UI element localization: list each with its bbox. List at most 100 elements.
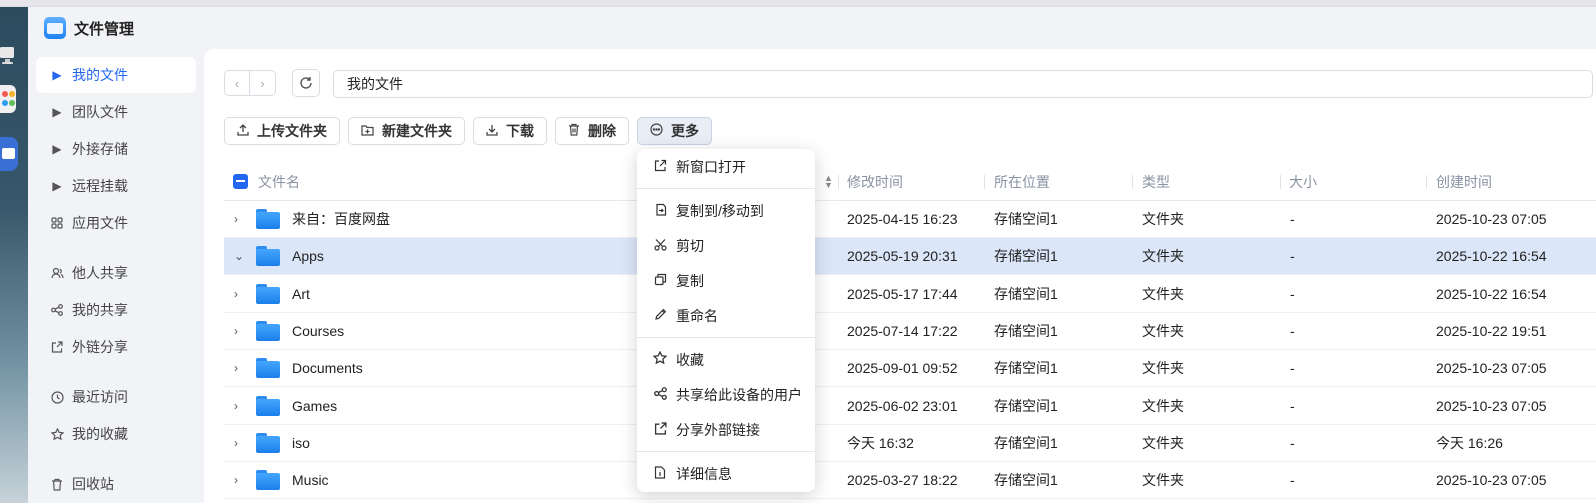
file-manager-app-icon <box>44 17 66 39</box>
sidebar-item-team-files[interactable]: ▶ 团队文件 <box>36 94 196 130</box>
back-button[interactable]: ‹ <box>224 70 250 96</box>
location: 存储空间1 <box>994 322 1058 339</box>
trash-icon <box>568 123 580 139</box>
menu-item-label: 重命名 <box>676 307 718 324</box>
folder-icon <box>256 320 280 341</box>
created-time: 2025-10-22 19:51 <box>1436 322 1547 339</box>
modified-time: 2025-05-19 20:31 <box>847 248 958 265</box>
upload-folder-button[interactable]: 上传文件夹 <box>224 117 340 145</box>
file-name[interactable]: Music <box>292 472 329 488</box>
table-row[interactable]: ⌄ Apps 2025-05-19 20:31 存储空间1 文件夹 - 2025-10-22… <box>224 238 1596 276</box>
scissors-icon <box>652 238 668 254</box>
menu-favorite[interactable]: 收藏 <box>637 342 815 377</box>
menu-copy[interactable]: 复制 <box>637 263 815 298</box>
location: 存储空间1 <box>994 248 1058 265</box>
menu-item-label: 新窗口打开 <box>676 158 746 175</box>
sidebar-item-app-files[interactable]: 应用文件 <box>36 205 196 241</box>
sidebar-item-external-storage[interactable]: ▶ 外接存储 <box>36 131 196 167</box>
menu-share-external-link[interactable]: 分享外部链接 <box>637 412 815 447</box>
chevron-down-icon[interactable]: ⌄ <box>234 249 246 263</box>
file-size: - <box>1290 472 1295 489</box>
delete-button[interactable]: 删除 <box>555 117 629 145</box>
sidebar-item-remote-mount[interactable]: ▶ 远程挂载 <box>36 168 196 204</box>
file-size: - <box>1290 285 1295 302</box>
header-modified[interactable]: 修改时间 <box>847 172 903 192</box>
computer-icon[interactable] <box>0 45 16 67</box>
file-name[interactable]: Apps <box>292 248 324 264</box>
download-icon <box>486 124 498 139</box>
file-name[interactable]: Games <box>292 398 337 414</box>
table-row[interactable]: › iso 今天 16:32 存储空间1 文件夹 - 今天 16:26 <box>224 425 1596 462</box>
chevron-right-icon[interactable]: › <box>234 324 246 338</box>
menu-divider <box>637 188 815 189</box>
chevron-right-icon[interactable]: › <box>234 436 246 450</box>
file-name[interactable]: Art <box>292 286 310 302</box>
file-name[interactable]: Documents <box>292 360 363 376</box>
chevron-right-icon[interactable]: › <box>234 287 246 301</box>
apps-grid-icon <box>50 217 64 229</box>
sidebar-item-my-shares[interactable]: 我的共享 <box>36 292 196 328</box>
sort-icon[interactable]: ▲ ▼ <box>824 174 833 190</box>
external-share-icon <box>50 341 64 353</box>
header-created[interactable]: 创建时间 <box>1436 172 1492 192</box>
modified-time: 2025-07-14 17:22 <box>847 322 958 339</box>
header-size[interactable]: 大小 <box>1289 172 1317 192</box>
menu-item-label: 复制 <box>676 272 704 289</box>
menu-details[interactable]: 详细信息 <box>637 456 815 491</box>
file-manager-dock-icon[interactable] <box>0 137 18 171</box>
sidebar-item-shared-with-me[interactable]: 他人共享 <box>36 255 196 291</box>
header-location[interactable]: 所在位置 <box>994 172 1050 192</box>
navigation-controls: ‹ › <box>224 69 320 97</box>
menu-share-with-device-users[interactable]: 共享给此设备的用户 <box>637 377 815 412</box>
folder-icon <box>256 246 280 267</box>
sidebar-item-my-files[interactable]: ▶ 我的文件 <box>36 57 196 93</box>
file-name[interactable]: iso <box>292 435 310 451</box>
sidebar-item-recycle-bin[interactable]: 回收站 <box>36 466 196 502</box>
share-icon <box>50 304 64 316</box>
menu-item-label: 收藏 <box>676 351 704 368</box>
folder-icon <box>256 283 280 304</box>
header-file-name[interactable]: 文件名 <box>258 172 300 192</box>
download-button[interactable]: 下载 <box>473 117 547 145</box>
select-all-checkbox[interactable] <box>233 174 248 189</box>
table-row[interactable]: › Music 2025-03-27 18:22 存储空间1 文件夹 - 2025-10-2… <box>224 462 1596 500</box>
menu-item-label: 复制到/移动到 <box>676 202 764 219</box>
table-row[interactable]: › 来自：百度网盘 2025-04-15 16:23 存储空间1 文件夹 - 2025-10… <box>224 201 1596 238</box>
delete-label: 删除 <box>588 123 616 139</box>
sidebar-item-recent[interactable]: 最近访问 <box>36 379 196 415</box>
sidebar-item-label: 团队文件 <box>72 104 128 120</box>
new-folder-icon <box>361 124 374 139</box>
caret-right-icon: ▶ <box>52 179 62 193</box>
new-folder-button[interactable]: 新建文件夹 <box>348 117 465 145</box>
sidebar-item-external-link-shares[interactable]: 外链分享 <box>36 329 196 365</box>
pencil-icon <box>652 308 668 324</box>
menu-rename[interactable]: 重命名 <box>637 298 815 333</box>
file-name[interactable]: Courses <box>292 323 344 339</box>
file-size: - <box>1290 322 1295 339</box>
file-type: 文件夹 <box>1142 360 1184 377</box>
header-type[interactable]: 类型 <box>1142 172 1170 192</box>
sidebar-item-favorites[interactable]: 我的收藏 <box>36 416 196 452</box>
chevron-right-icon[interactable]: › <box>234 399 246 413</box>
table-row[interactable]: › Documents 2025-09-01 09:52 存储空间1 文件夹 - 2025-… <box>224 350 1596 388</box>
menu-copy-move-to[interactable]: 复制到/移动到 <box>637 193 815 228</box>
table-row[interactable]: › Courses 2025-07-14 17:22 存储空间1 文件夹 - 2025-10… <box>224 313 1596 350</box>
more-button[interactable]: 更多 <box>637 117 712 145</box>
chevron-right-icon[interactable]: › <box>234 361 246 375</box>
menu-cut[interactable]: 剪切 <box>637 228 815 263</box>
file-type: 文件夹 <box>1142 434 1184 451</box>
chevron-right-icon[interactable]: › <box>234 473 246 487</box>
table-row[interactable]: › Games 2025-06-02 23:01 存储空间1 文件夹 - 2025-10-2… <box>224 388 1596 425</box>
app-center-icon[interactable] <box>0 85 16 113</box>
modified-time: 2025-03-27 18:22 <box>847 472 958 489</box>
menu-open-new-window[interactable]: 新窗口打开 <box>637 149 815 184</box>
chevron-right-icon[interactable]: › <box>234 212 246 226</box>
path-bar[interactable]: 我的文件 <box>333 70 1593 98</box>
info-document-icon <box>652 465 668 482</box>
created-time: 2025-10-23 07:05 <box>1436 360 1547 377</box>
forward-button[interactable]: › <box>250 70 276 96</box>
table-row[interactable]: › Art 2025-05-17 17:44 存储空间1 文件夹 - 2025-10-22 … <box>224 276 1596 313</box>
created-time: 2025-10-23 07:05 <box>1436 397 1547 414</box>
file-name[interactable]: 来自：百度网盘 <box>292 209 390 229</box>
refresh-button[interactable] <box>292 69 320 97</box>
